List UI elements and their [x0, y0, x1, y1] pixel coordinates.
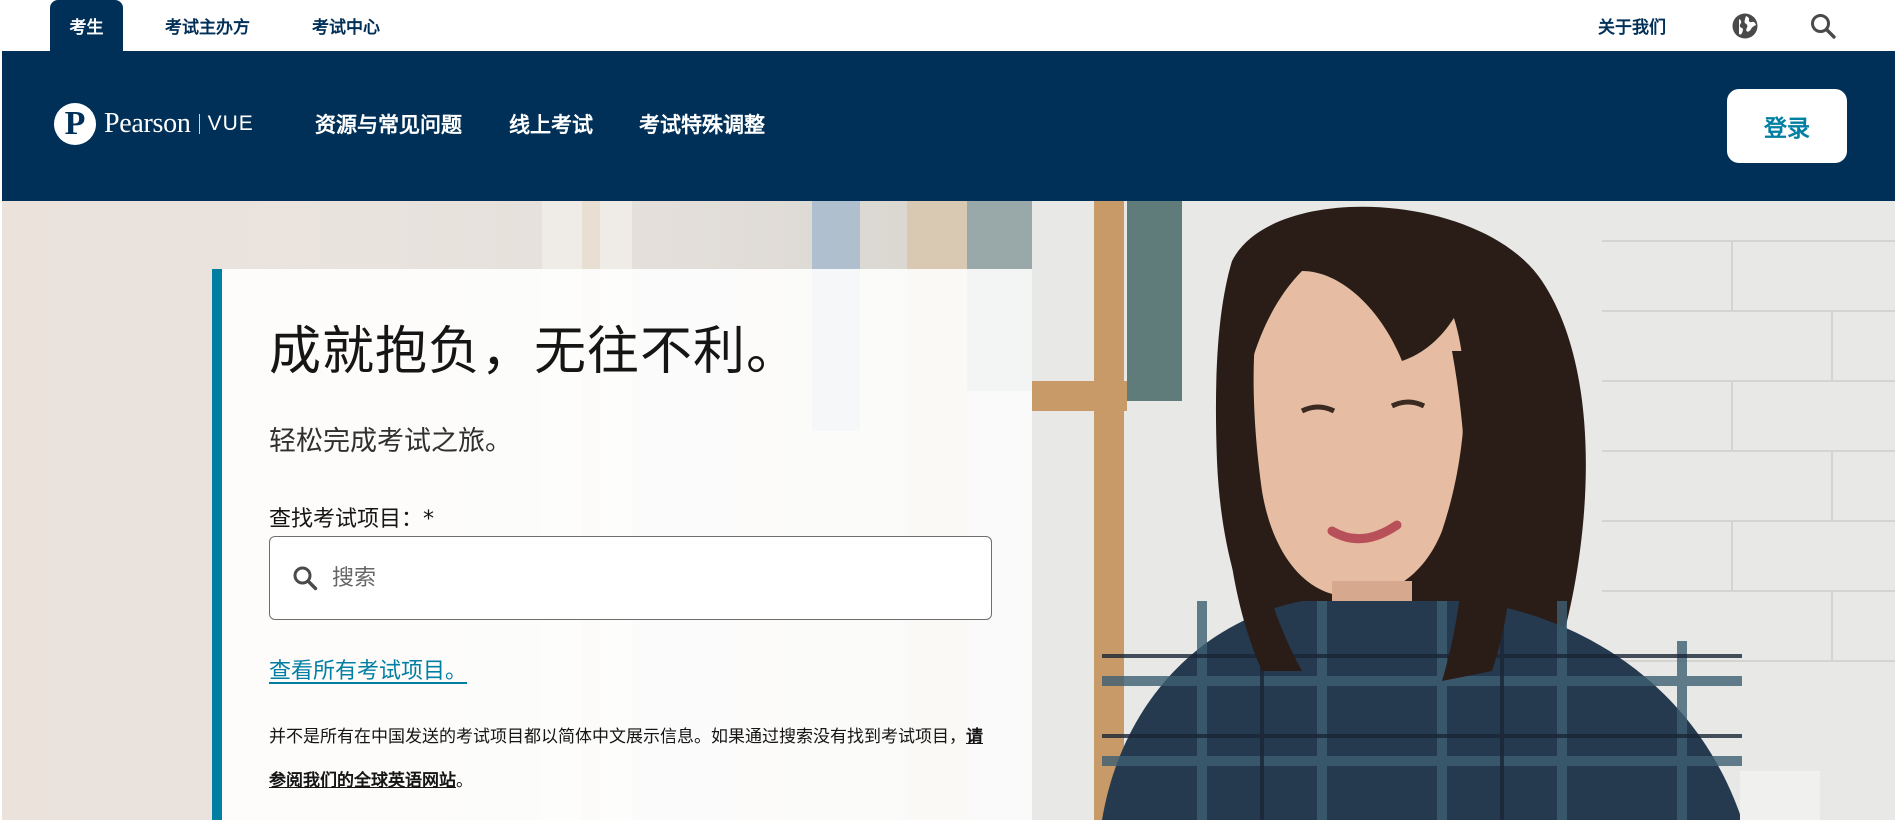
login-button[interactable]: 登录 — [1727, 89, 1847, 163]
nav-online-exams[interactable]: 线上考试 — [509, 101, 593, 147]
tab-test-takers[interactable]: 考生 — [50, 0, 123, 51]
utility-bar: 考生 考试主办方 考试中心 关于我们 — [0, 0, 1895, 51]
tab-test-owners[interactable]: 考试主办方 — [150, 0, 265, 51]
logo-divider — [198, 114, 200, 134]
exam-search-input[interactable] — [332, 565, 972, 591]
search-label: 查找考试项目：* — [269, 507, 435, 532]
globe-icon[interactable] — [1730, 0, 1760, 51]
hero-card: 成就抱负，无往不利。 轻松完成考试之旅。 查找考试项目：* 查看所有考试项目。 … — [212, 269, 1032, 820]
logo-brand-text: Pearson — [104, 108, 191, 139]
language-note-text: 并不是所有在中国发送的考试项目都以简体中文展示信息。如果通过搜索没有找到考试项目… — [269, 727, 966, 747]
exam-search-box[interactable] — [269, 536, 992, 620]
logo-product-text: VUE — [207, 112, 254, 135]
view-all-programs-link[interactable]: 查看所有考试项目。 — [269, 653, 467, 685]
language-note-end: 。 — [456, 771, 473, 791]
hero-subtitle: 轻松完成考试之旅。 — [269, 426, 512, 457]
pearson-vue-logo[interactable]: P Pearson VUE — [54, 101, 254, 147]
about-us-link[interactable]: 关于我们 — [1598, 0, 1666, 51]
hero-title: 成就抱负，无往不利。 — [269, 322, 800, 382]
language-note: 并不是所有在中国发送的考试项目都以简体中文展示信息。如果通过搜索没有找到考试项目… — [269, 715, 999, 803]
pearson-p-icon: P — [54, 103, 96, 145]
tab-test-centers[interactable]: 考试中心 — [298, 0, 394, 51]
header-search-icon[interactable] — [1808, 0, 1838, 51]
nav-accommodations[interactable]: 考试特殊调整 — [639, 101, 765, 147]
nav-resources-faq[interactable]: 资源与常见问题 — [315, 101, 462, 147]
hero-section: 成就抱负，无往不利。 轻松完成考试之旅。 查找考试项目：* 查看所有考试项目。 … — [2, 201, 1895, 820]
search-icon — [292, 564, 320, 592]
main-header: P Pearson VUE 资源与常见问题 线上考试 考试特殊调整 登录 — [2, 51, 1895, 201]
